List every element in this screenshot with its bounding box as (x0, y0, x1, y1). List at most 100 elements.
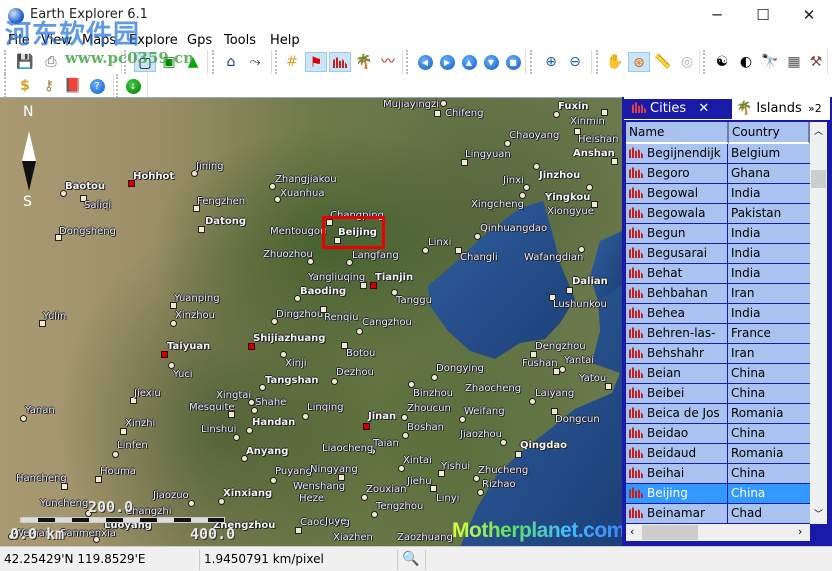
city-marker-icon[interactable] (500, 439, 507, 446)
ruler-icon[interactable]: 📏 (652, 52, 674, 72)
city-label[interactable]: Xinxiang (223, 488, 272, 499)
city-label[interactable]: Taiyuan (167, 341, 210, 352)
city-marker-icon[interactable] (198, 226, 205, 233)
city-label[interactable]: Jinan (368, 411, 396, 422)
city-label[interactable]: Tanggu (396, 295, 432, 306)
city-marker-icon[interactable] (523, 184, 530, 191)
city-label[interactable]: Yingkou (545, 192, 590, 203)
city-label[interactable]: Xingcheng (471, 199, 524, 210)
city-label[interactable]: Yuanping (174, 293, 220, 304)
city-marker-icon[interactable] (459, 416, 466, 423)
city-label[interactable]: Puyang (275, 466, 312, 477)
city-label[interactable]: Juye (325, 516, 346, 527)
city-marker-icon[interactable] (440, 100, 447, 107)
city-label[interactable]: Zhucheng (478, 465, 528, 476)
city-label[interactable]: Xinzhi (125, 418, 155, 429)
city-marker-icon[interactable] (504, 140, 511, 147)
magnifier-icon[interactable]: 🔍 (398, 550, 426, 570)
city-marker-icon[interactable] (61, 483, 68, 490)
download-icon[interactable]: ↓ (122, 76, 144, 96)
city-label[interactable]: Heze (299, 493, 324, 504)
dollar-icon[interactable]: $ (14, 76, 36, 96)
city-marker-icon[interactable] (401, 414, 408, 421)
city-marker-icon[interactable] (371, 511, 378, 518)
table-row[interactable]: Begoro Ghana (626, 164, 810, 184)
city-label[interactable]: Lingyuan (465, 149, 511, 160)
city-marker-icon[interactable] (553, 111, 560, 118)
city-label[interactable]: Mujiayingzi (383, 99, 439, 110)
city-label[interactable]: Dongsheng (59, 226, 116, 237)
city-label[interactable]: Rizhao (482, 479, 516, 490)
menu-maps[interactable]: Maps (82, 33, 116, 48)
city-marker-icon[interactable] (533, 163, 540, 170)
city-label[interactable]: Hancheng (16, 473, 67, 484)
table-row[interactable]: Begijnendijk Belgium (626, 144, 810, 164)
table-row[interactable]: Beihai China (626, 464, 810, 484)
city-label[interactable]: Linfen (117, 440, 148, 451)
city-marker-icon[interactable] (530, 351, 537, 358)
city-label[interactable]: Yuci (173, 369, 193, 380)
pan-left-icon[interactable]: ◀ (414, 52, 436, 72)
close-tab-icon[interactable]: ✕ (698, 101, 709, 116)
city-label[interactable]: Renqiu (324, 312, 358, 323)
city-label[interactable]: Xinmin (570, 116, 605, 127)
city-marker-icon[interactable] (188, 500, 195, 507)
city-marker-icon[interactable] (161, 351, 168, 358)
tree-frame-icon[interactable]: ▣ (158, 52, 180, 72)
city-label[interactable]: Hohhot (133, 171, 174, 182)
city-label[interactable]: Changli (460, 252, 498, 263)
city-marker-icon[interactable] (170, 320, 177, 327)
grid-icon[interactable]: # (281, 52, 303, 72)
city-label[interactable]: Botou (346, 348, 375, 359)
city-label[interactable]: Binzhou (413, 388, 453, 399)
city-label[interactable]: Dongcun (555, 414, 600, 425)
city-marker-icon[interactable] (120, 428, 127, 435)
city-label[interactable]: Tianjin (375, 272, 413, 283)
seismic-icon[interactable]: 〰 (377, 52, 399, 72)
maximize-button[interactable]: ☐ (740, 0, 786, 31)
city-marker-icon[interactable] (248, 343, 255, 350)
menu-help[interactable]: Help (270, 33, 300, 48)
calculator-icon[interactable]: ▦ (783, 52, 805, 72)
city-marker-icon[interactable] (270, 477, 277, 484)
city-label[interactable]: Wafangdian (524, 252, 583, 263)
city-label[interactable]: Linshui (201, 424, 236, 435)
city-label[interactable]: Shijiazhuang (253, 333, 325, 344)
contrast-icon[interactable]: ◐ (735, 52, 757, 72)
city-label[interactable]: Dalian (572, 276, 608, 287)
city-label[interactable]: Ningyang (310, 464, 358, 475)
city-label[interactable]: Houma (100, 466, 136, 477)
close-button[interactable]: ✕ (786, 0, 832, 31)
table-row[interactable]: Behshahr Iran (626, 344, 810, 364)
city-marker-icon[interactable] (431, 374, 438, 381)
pan-right-icon[interactable]: ▶ (436, 52, 458, 72)
more-tabs-button[interactable]: »2 (808, 99, 822, 119)
city-label[interactable]: Dingzhou (276, 309, 323, 320)
menu-gps[interactable]: Gps (187, 33, 212, 48)
city-label[interactable]: Fushan (522, 358, 558, 369)
city-label[interactable]: Jiehu (407, 476, 432, 487)
menu-explore[interactable]: Explore (129, 33, 178, 48)
city-label[interactable]: Laiyang (535, 388, 574, 399)
city-marker-icon[interactable] (477, 489, 484, 496)
city-label[interactable]: Yulin (43, 311, 66, 322)
city-marker-icon[interactable] (112, 451, 119, 458)
zoom-in-icon[interactable]: ⊕ (540, 52, 562, 72)
column-header-country[interactable]: Country (729, 122, 810, 144)
table-row[interactable]: Beica de Jos Romania (626, 404, 810, 424)
hscrollbar-thumb[interactable] (642, 525, 698, 540)
tools-icon[interactable]: ⚒ (805, 52, 827, 72)
city-marker-icon[interactable] (434, 110, 441, 117)
city-marker-icon[interactable] (559, 366, 566, 373)
city-label[interactable]: Chaoyang (509, 130, 559, 141)
city-label[interactable]: Wenshang (293, 481, 345, 492)
city-label[interactable]: Fengzhen (197, 196, 245, 207)
city-label[interactable]: Anyang (246, 446, 288, 457)
column-header-name[interactable]: Name △ (626, 122, 729, 144)
menu-tools[interactable]: Tools (224, 33, 256, 48)
city-label[interactable]: Zhangjiakou (275, 174, 337, 185)
route-icon[interactable]: ⤳ (244, 52, 266, 72)
city-label[interactable]: Dezhou (336, 367, 374, 378)
city-label[interactable]: Baotou (65, 181, 105, 192)
city-label[interactable]: Jining (196, 161, 224, 172)
